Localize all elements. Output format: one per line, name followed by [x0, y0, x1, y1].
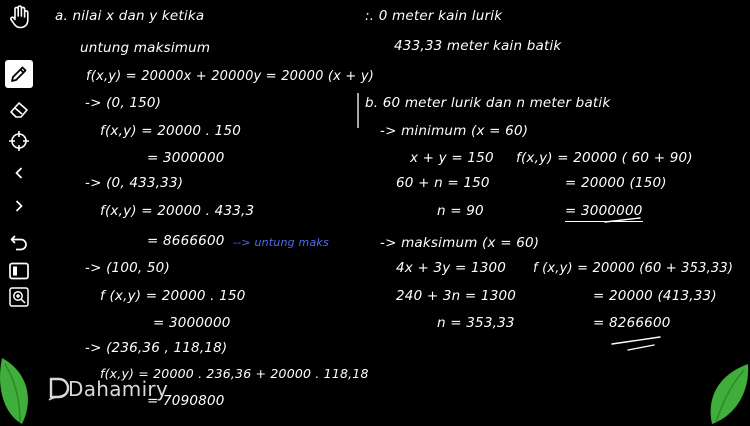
watermark-logo: Dahamiry [68, 377, 169, 401]
ink-strokes [357, 93, 661, 351]
leaf-decoration-right [710, 364, 749, 424]
whiteboard-canvas[interactable]: a. nilai x dan y ketika untung maksimum … [0, 0, 750, 426]
leaf-decoration-left [0, 358, 28, 424]
